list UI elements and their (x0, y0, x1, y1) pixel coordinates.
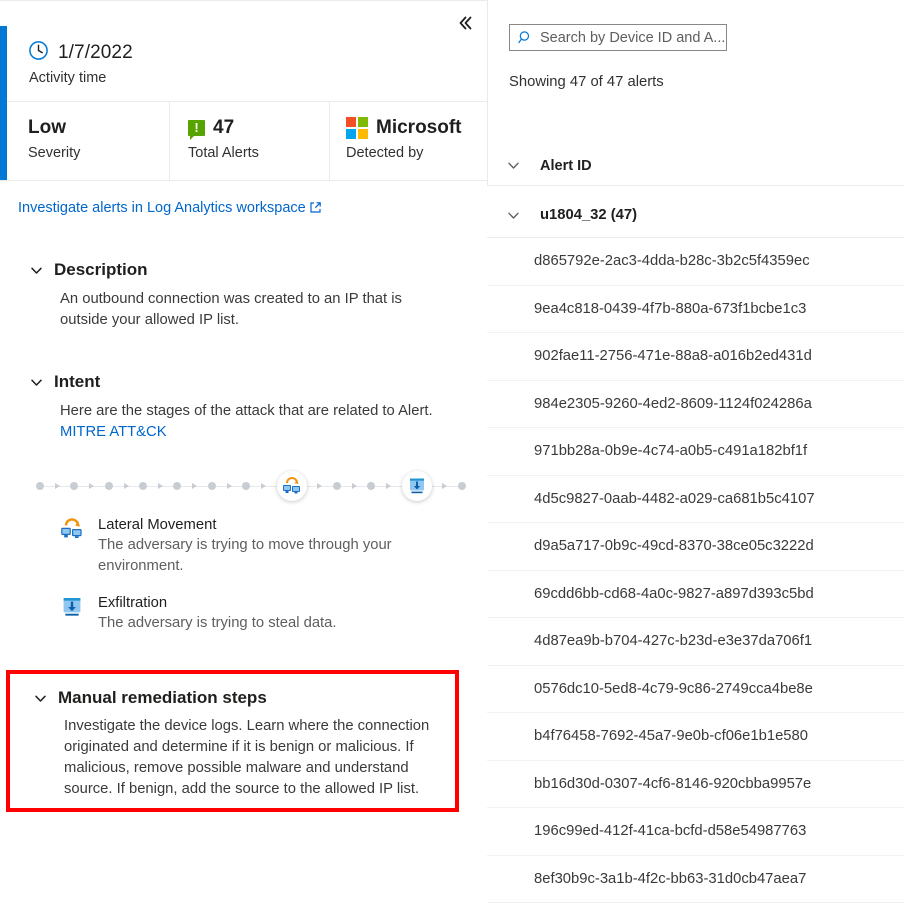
kill-chain-dot (367, 482, 375, 490)
kill-chain-arrow (307, 486, 333, 487)
list-item[interactable]: d865792e-2ac3-4dda-b28c-3b2c5f4359ec (487, 238, 904, 286)
alert-bubble-icon: ! (188, 120, 205, 136)
kill-chain-arrow (181, 486, 207, 487)
kill-chain-arrow (216, 486, 242, 487)
remediation-header[interactable]: Manual remediation steps (10, 674, 455, 708)
remediation-body: Investigate the device logs. Learn where… (10, 716, 455, 800)
detected-by-label: Detected by (346, 145, 487, 161)
stage-exfiltration: Exfiltration The adversary is trying to … (60, 593, 460, 634)
list-item[interactable]: 69cdd6bb-cd68-4a0c-9827-a897d393c5bd (487, 571, 904, 619)
stage-name: Lateral Movement (98, 515, 460, 535)
kill-chain-arrow (147, 486, 173, 487)
list-item[interactable]: b4f76458-7692-45a7-9e0b-cf06e1b1e580 (487, 713, 904, 761)
investigate-log-analytics-link[interactable]: Investigate alerts in Log Analytics work… (18, 200, 322, 216)
mitre-attack-link[interactable]: MITRE ATT&CK (60, 424, 167, 440)
kill-chain-dot (333, 482, 341, 490)
list-item[interactable]: 4d87ea9b-b704-427c-b23d-e3e37da706f1 (487, 618, 904, 666)
kill-chain-dot (173, 482, 181, 490)
kill-chain-arrow (113, 486, 139, 487)
severity-label: Severity (28, 145, 169, 161)
intent-body: Here are the stages of the attack that a… (0, 401, 487, 443)
lateral-movement-icon (60, 515, 86, 577)
column-header-label: Alert ID (540, 158, 592, 174)
search-icon (510, 30, 540, 45)
chevron-down-icon (28, 262, 44, 278)
showing-count-text: Showing 47 of 47 alerts (509, 74, 664, 90)
severity-value: Low (28, 116, 66, 140)
total-alerts-label: Total Alerts (188, 145, 329, 161)
alert-group-label: u1804_32 (47) (540, 207, 637, 223)
kill-chain-arrow (44, 486, 70, 487)
stage-name: Exfiltration (98, 593, 337, 613)
description-header[interactable]: Description (0, 260, 487, 280)
stage-description: The adversary is trying to steal data. (98, 613, 337, 634)
stage-description: The adversary is trying to move through … (98, 535, 460, 577)
kill-chain-node-lateral-movement[interactable] (277, 471, 307, 501)
activity-time-label: Activity time (29, 70, 487, 86)
list-item[interactable]: 8ef30b9c-3a1b-4f2c-bb63-31d0cb47aea7 (487, 856, 904, 903)
chevron-down-icon[interactable] (505, 207, 521, 223)
total-alerts-value: 47 (213, 116, 234, 140)
stat-severity: Low Severity (0, 102, 170, 180)
kill-chain-dot (208, 482, 216, 490)
section-intent: Intent Here are the stages of the attack… (0, 372, 487, 443)
list-item[interactable]: d9a5a717-0b9c-49cd-8370-38ce05c3222d (487, 523, 904, 571)
list-item[interactable]: 971bb28a-0b9e-4c74-a0b5-c491a182bf1f (487, 428, 904, 476)
investigate-link-label: Investigate alerts in Log Analytics work… (18, 200, 306, 216)
kill-chain-dot (70, 482, 78, 490)
kill-chain-arrow (375, 486, 401, 487)
kill-chain-timeline (36, 466, 466, 506)
severity-color-bar (0, 26, 7, 180)
description-title: Description (54, 260, 148, 280)
intent-header[interactable]: Intent (0, 372, 487, 392)
stage-lateral-movement: Lateral Movement The adversary is trying… (60, 515, 460, 577)
list-item[interactable]: 902fae11-2756-471e-88a8-a016b2ed431d (487, 333, 904, 381)
kill-chain-arrow (432, 486, 458, 487)
alerts-list-panel: Showing 47 of 47 alerts Alert ID u1804_3… (487, 0, 904, 903)
list-item[interactable]: bb16d30d-0307-4cf6-8146-920cbba9957e (487, 761, 904, 809)
alert-id-column-header[interactable]: Alert ID (487, 146, 904, 186)
kill-chain-arrow (250, 486, 276, 487)
alert-stats-row: Low Severity ! 47 Total Alerts (0, 102, 487, 180)
top-divider (0, 0, 487, 1)
external-link-icon (309, 201, 322, 214)
alert-summary-card: 1/7/2022 Activity time Low Severity ! 47 (0, 26, 487, 181)
list-item[interactable]: 984e2305-9260-4ed2-8609-1124f024286a (487, 381, 904, 429)
kill-chain-dot (139, 482, 147, 490)
remediation-title: Manual remediation steps (58, 688, 267, 708)
kill-chain-arrow (341, 486, 367, 487)
kill-chain-dot (458, 482, 466, 490)
microsoft-logo-icon (346, 117, 368, 139)
intent-body-text: Here are the stages of the attack that a… (60, 403, 433, 419)
alert-id-list[interactable]: d865792e-2ac3-4dda-b28c-3b2c5f4359ec 9ea… (487, 238, 904, 903)
stat-total-alerts: ! 47 Total Alerts (170, 102, 330, 180)
chevron-down-icon (28, 374, 44, 390)
list-item[interactable]: 0576dc10-5ed8-4c79-9c86-2749cca4be8e (487, 666, 904, 714)
chevron-down-icon[interactable] (505, 158, 521, 174)
stat-detected-by: Microsoft Detected by (330, 102, 487, 180)
section-description: Description An outbound connection was c… (0, 260, 487, 331)
alert-group-row[interactable]: u1804_32 (47) (487, 193, 904, 238)
search-input[interactable] (540, 30, 727, 46)
clock-icon (28, 40, 49, 66)
kill-chain-arrow (78, 486, 104, 487)
exfiltration-icon (60, 593, 86, 634)
kill-chain-dot (105, 482, 113, 490)
detected-by-value: Microsoft (376, 116, 462, 140)
search-box[interactable] (509, 24, 727, 51)
list-item[interactable]: 4d5c9827-0aab-4482-a029-ca681b5c4107 (487, 476, 904, 524)
intent-title: Intent (54, 372, 100, 392)
kill-chain-dot (242, 482, 250, 490)
manual-remediation-highlight-box: Manual remediation steps Investigate the… (6, 670, 459, 812)
list-item[interactable]: 9ea4c818-0439-4f7b-880a-673f1bcbe1c3 (487, 286, 904, 334)
kill-chain-node-exfiltration[interactable] (402, 471, 432, 501)
description-body: An outbound connection was created to an… (0, 289, 487, 331)
activity-time-block: 1/7/2022 Activity time (0, 26, 487, 102)
kill-chain-dot (36, 482, 44, 490)
list-item[interactable]: 196c99ed-412f-41ca-bcfd-d58e54987763 (487, 808, 904, 856)
alert-details-panel: 1/7/2022 Activity time Low Severity ! 47 (0, 0, 487, 903)
activity-time-value: 1/7/2022 (58, 42, 133, 64)
alert-details-screen: 1/7/2022 Activity time Low Severity ! 47 (0, 0, 904, 903)
chevron-down-icon (32, 690, 48, 706)
